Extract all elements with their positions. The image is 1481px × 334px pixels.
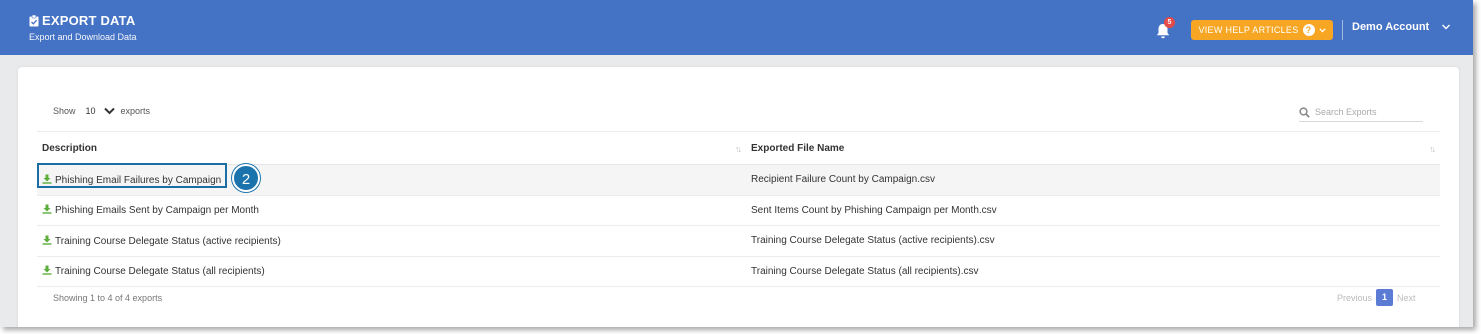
question-icon: ? xyxy=(1302,24,1315,36)
page-size-value: 10 xyxy=(85,106,96,116)
column-header-file-name[interactable]: Exported File Name ↑↓ xyxy=(746,131,1440,165)
next-button[interactable]: Next xyxy=(1397,293,1416,303)
search-icon xyxy=(1299,106,1310,118)
header-divider xyxy=(1342,20,1343,40)
export-link[interactable]: Training Course Delegate Status (active … xyxy=(55,236,281,247)
page-header: EXPORT DATA Export and Download Data 5 V… xyxy=(0,0,1473,55)
description-cell[interactable]: Training Course Delegate Status (all rec… xyxy=(37,256,746,287)
description-cell[interactable]: Training Course Delegate Status (active … xyxy=(37,225,746,257)
exports-panel: Show 10 exports Description ↑↓ xyxy=(18,67,1459,327)
notification-badge: 5 xyxy=(1164,17,1175,28)
chevron-down-icon xyxy=(1318,27,1326,32)
file-name-cell: Training Course Delegate Status (all rec… xyxy=(746,256,1440,287)
previous-button[interactable]: Previous xyxy=(1337,293,1372,303)
exports-label: exports xyxy=(120,106,151,116)
page-size-control: Show 10 exports xyxy=(53,106,150,116)
file-name-cell: Training Course Delegate Status (active … xyxy=(746,225,1440,257)
exports-table: Description ↑↓ Exported File Name ↑↓ Phi… xyxy=(37,131,1440,287)
search-box xyxy=(1299,103,1423,122)
search-input[interactable] xyxy=(1315,107,1415,117)
export-link[interactable]: Phishing Emails Sent by Campaign per Mon… xyxy=(55,205,259,216)
step-callout: 2 xyxy=(232,164,260,192)
download-icon[interactable] xyxy=(42,265,52,275)
view-help-articles-button[interactable]: VIEW HELP ARTICLES ? xyxy=(1191,20,1333,40)
chevron-down-icon xyxy=(103,107,115,115)
export-link[interactable]: Training Course Delegate Status (all rec… xyxy=(55,266,265,277)
table-info: Showing 1 to 4 of 4 exports xyxy=(53,293,163,303)
download-icon[interactable] xyxy=(42,204,52,214)
download-icon[interactable] xyxy=(42,174,52,184)
table-row: Phishing Emails Sent by Campaign per Mon… xyxy=(37,195,1440,226)
sort-icon[interactable]: ↑↓ xyxy=(1429,144,1436,154)
page-size-select[interactable]: 10 xyxy=(86,106,115,116)
sort-icon[interactable]: ↑↓ xyxy=(735,144,742,154)
account-menu[interactable]: Demo Account xyxy=(1352,21,1429,33)
pagination: Previous 1 Next xyxy=(1337,289,1416,306)
page-1-button[interactable]: 1 xyxy=(1376,289,1394,306)
file-name-cell: Sent Items Count by Phishing Campaign pe… xyxy=(746,195,1440,226)
description-cell[interactable]: Phishing Email Failures by Campaign xyxy=(37,164,746,196)
table-row: Training Course Delegate Status (active … xyxy=(37,225,1440,257)
title-row: EXPORT DATA xyxy=(29,13,135,28)
file-name-cell: Recipient Failure Count by Campaign.csv xyxy=(746,164,1440,196)
column-header-description[interactable]: Description ↑↓ xyxy=(37,131,746,165)
page-subtitle: Export and Download Data xyxy=(29,32,137,42)
clipboard-check-icon xyxy=(29,14,39,26)
export-link[interactable]: Phishing Email Failures by Campaign xyxy=(55,175,221,186)
description-cell[interactable]: Phishing Emails Sent by Campaign per Mon… xyxy=(37,195,746,226)
show-label: Show xyxy=(53,106,76,116)
help-button-label: VIEW HELP ARTICLES xyxy=(1198,25,1299,35)
table-row: Training Course Delegate Status (all rec… xyxy=(37,256,1440,287)
account-chevron-down-icon[interactable] xyxy=(1441,22,1451,32)
table-header-row: Description ↑↓ Exported File Name ↑↓ xyxy=(37,131,1440,165)
app-window: EXPORT DATA Export and Download Data 5 V… xyxy=(0,0,1473,327)
download-icon[interactable] xyxy=(42,235,52,245)
page-title: EXPORT DATA xyxy=(42,13,136,28)
